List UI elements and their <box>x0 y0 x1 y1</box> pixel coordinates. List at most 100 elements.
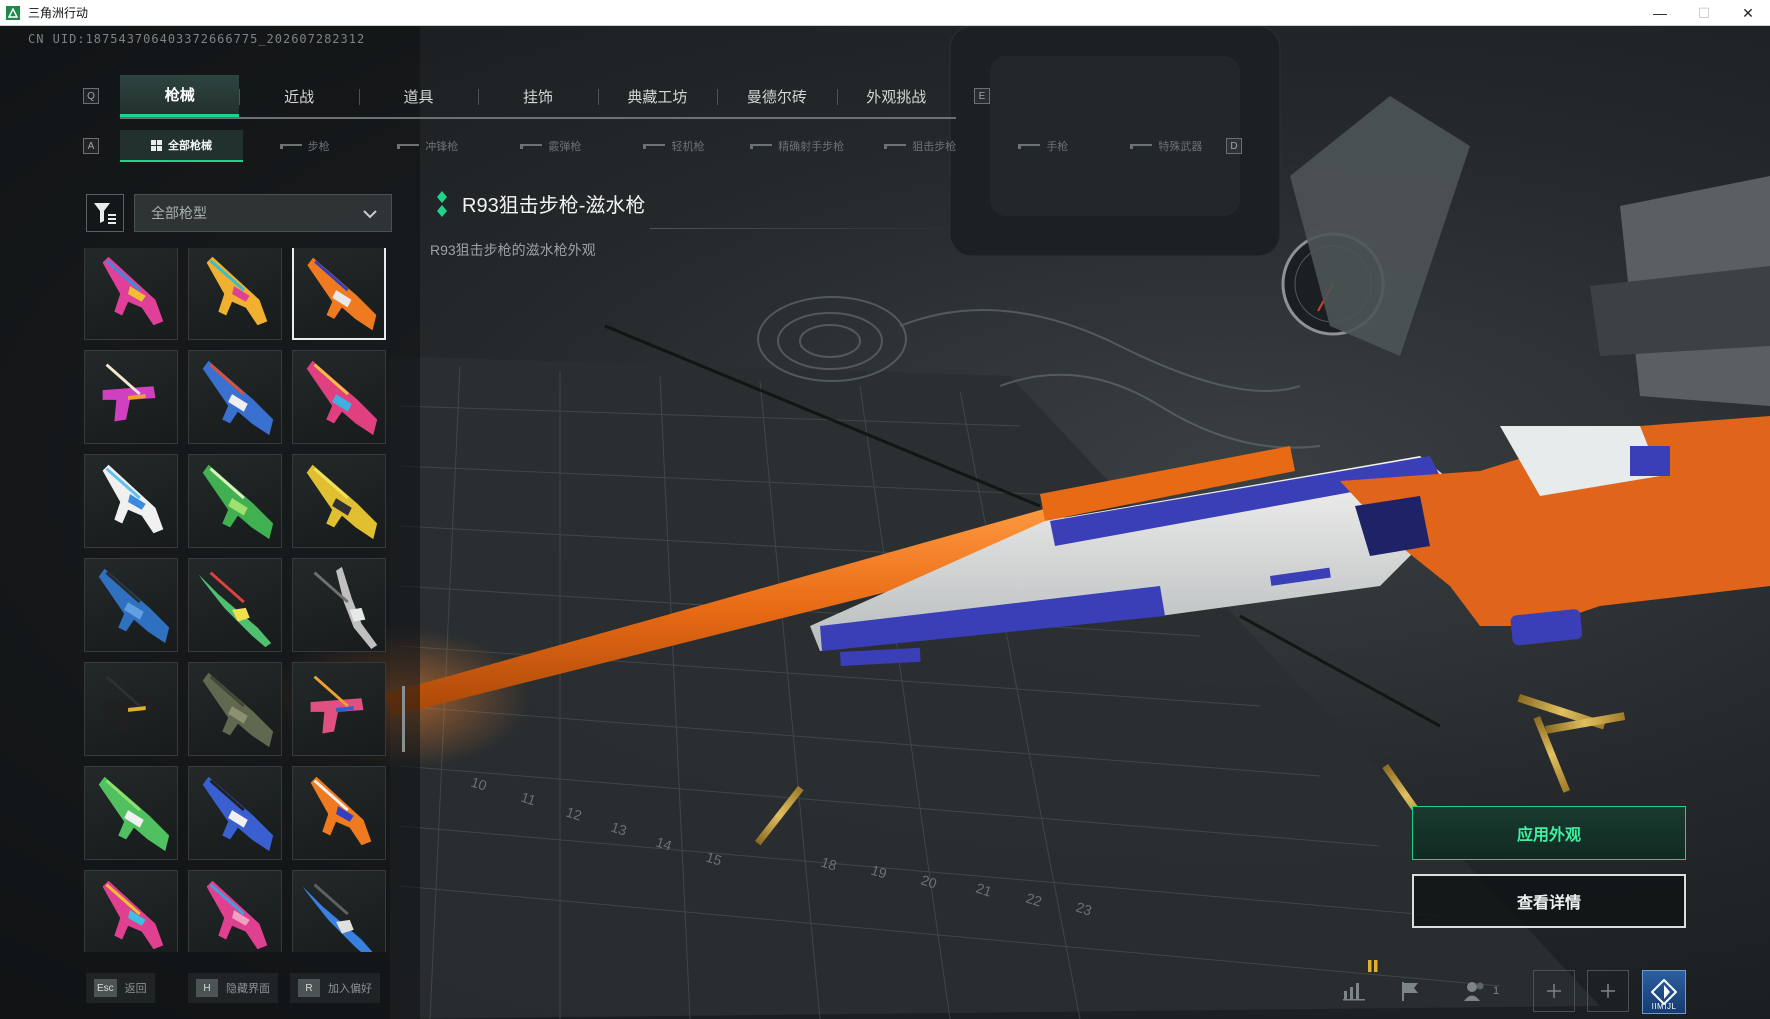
hint-label: 加入偏好 <box>328 983 372 995</box>
weapon-skin-tile[interactable] <box>84 350 178 444</box>
weapon-thumbnail-icon <box>202 360 274 436</box>
tab-mandel-brick[interactable]: 曼德尔砖 <box>717 75 836 117</box>
weapon-thumbnail-icon <box>306 360 378 436</box>
weapon-skin-tile[interactable] <box>188 662 282 756</box>
weapon-title-block: R93狙击步枪-滋水枪 <box>436 189 645 218</box>
weapon-skin-tile[interactable] <box>84 558 178 652</box>
tab-firearms[interactable]: 枪械 <box>120 75 240 117</box>
tab-collection-workshop[interactable]: 典藏工坊 <box>597 75 717 117</box>
tab-items[interactable]: 道具 <box>358 75 478 117</box>
weapon-skin-tile[interactable] <box>84 662 178 756</box>
hint-label: 返回 <box>124 983 147 995</box>
weapon-skin-tile[interactable] <box>188 558 282 652</box>
subtab-marksman-rifles[interactable]: 精确射手步枪 <box>736 130 859 162</box>
plus-icon <box>1547 984 1561 998</box>
weapon-skin-tile[interactable] <box>292 350 386 444</box>
list-scrollbar[interactable] <box>402 686 405 752</box>
hint-hide-ui[interactable]: H 隐藏界面 <box>188 973 278 1003</box>
subtab-special-weapons[interactable]: 特殊武器 <box>1105 130 1228 162</box>
sniper-rifle-icon <box>884 143 907 149</box>
weapon-thumbnail-icon <box>202 464 274 540</box>
weapon-skin-tile[interactable] <box>292 558 386 652</box>
plus-icon <box>1601 984 1615 998</box>
weapon-skin-tile[interactable] <box>188 248 282 340</box>
weapon-skin-tile[interactable] <box>292 870 386 952</box>
weapon-skin-tile[interactable] <box>188 454 282 548</box>
weapon-type-dropdown[interactable]: 全部枪型 <box>134 194 392 232</box>
weapon-skin-tile[interactable] <box>188 350 282 444</box>
subtab-all-firearms[interactable]: 全部枪械 <box>120 130 244 162</box>
weapon-thumbnail-icon <box>306 464 378 540</box>
subtab-label: 全部枪械 <box>168 140 213 152</box>
flag-button[interactable] <box>1392 970 1428 1012</box>
filter-button[interactable] <box>86 194 124 232</box>
weapon-skin-tile[interactable] <box>84 870 178 952</box>
friends-button[interactable]: 1 <box>1456 970 1506 1012</box>
chevron-down-icon <box>363 210 377 219</box>
weapon-skin-grid <box>84 248 390 952</box>
maximize-button[interactable]: ☐ <box>1682 0 1726 26</box>
key-h: H <box>196 979 218 997</box>
pause-icon <box>1368 960 1378 972</box>
subtab-label: 轻机枪 <box>671 141 705 153</box>
title-divider <box>650 228 970 229</box>
weapon-thumbnail-icon <box>102 363 156 422</box>
diamond-marker-icon <box>437 190 447 217</box>
subtab-label: 手枪 <box>1046 141 1069 153</box>
close-button[interactable]: ✕ <box>1726 0 1770 26</box>
subtab-label: 狙击步枪 <box>912 141 957 153</box>
key-esc: Esc <box>94 979 117 997</box>
tab-charms[interactable]: 挂饰 <box>478 75 597 117</box>
add-slot-button-1[interactable] <box>1533 970 1575 1012</box>
key-hint-next-tab: E <box>974 88 990 104</box>
weapon-skin-tile[interactable] <box>292 454 386 548</box>
weapon-thumbnail-icon <box>98 776 170 852</box>
weapon-thumbnail-icon <box>102 256 164 326</box>
smg-icon <box>397 143 420 149</box>
weapon-thumbnail-icon <box>198 571 272 648</box>
apply-skin-button[interactable]: 应用外观 <box>1412 806 1686 860</box>
weapon-skin-tile-selected[interactable] <box>292 248 386 340</box>
special-weapon-icon <box>1130 143 1153 149</box>
view-details-button[interactable]: 查看详情 <box>1412 874 1686 928</box>
weapon-skin-tile[interactable] <box>292 766 386 860</box>
main-tab-bar: 枪械 近战 道具 挂饰 典藏工坊 曼德尔砖 外观挑战 <box>120 75 956 119</box>
subtab-label: 精确射手步枪 <box>778 141 845 153</box>
subtab-rifles[interactable]: 步枪 <box>243 130 366 162</box>
lmg-icon <box>643 143 666 149</box>
uid-text: CN UID:1875437064033726667​75_2026072823… <box>28 32 366 46</box>
weapon-skin-tile[interactable] <box>188 870 282 952</box>
friends-count: 1 <box>1492 985 1500 997</box>
pistol-icon <box>1018 143 1041 149</box>
weapon-thumbnail-icon <box>313 566 378 650</box>
stats-button[interactable] <box>1336 970 1372 1012</box>
add-slot-button-2[interactable] <box>1587 970 1629 1012</box>
weapon-skin-tile[interactable] <box>188 766 282 860</box>
key-hint-prev-tab: Q <box>83 88 99 104</box>
flag-icon <box>1402 982 1418 1001</box>
weapon-skin-tile[interactable] <box>84 766 178 860</box>
weapon-thumbnail-icon <box>307 257 377 331</box>
weapon-skin-tile[interactable] <box>84 454 178 548</box>
weapon-skin-tile[interactable] <box>292 662 386 756</box>
subtab-pistols[interactable]: 手枪 <box>982 130 1105 162</box>
weapon-description: R93狙击步枪的滋水枪外观 <box>430 242 596 258</box>
tab-appearance-challenge[interactable]: 外观挑战 <box>836 75 956 117</box>
weapon-thumbnail-icon <box>102 464 164 534</box>
game-logo-button[interactable]: IIMIJL <box>1642 970 1686 1014</box>
hint-back[interactable]: Esc 返回 <box>86 973 155 1003</box>
subtab-sniper-rifles[interactable]: 狙击步枪 <box>859 130 982 162</box>
filter-icon <box>94 203 116 224</box>
hint-add-favorite[interactable]: R 加入偏好 <box>290 973 380 1003</box>
subtab-lmg[interactable]: 轻机枪 <box>612 130 735 162</box>
weapon-skin-list[interactable] <box>84 248 390 952</box>
marksman-rifle-icon <box>750 143 773 149</box>
shotgun-icon <box>520 143 543 149</box>
subtab-shotguns[interactable]: 霰弹枪 <box>489 130 612 162</box>
subtab-smg[interactable]: 冲锋枪 <box>366 130 489 162</box>
weapon-skin-tile[interactable] <box>84 248 178 340</box>
weapon-thumbnail-icon <box>310 776 372 846</box>
minimize-button[interactable]: — <box>1638 0 1682 26</box>
grid-icon <box>151 139 163 151</box>
tab-melee[interactable]: 近战 <box>239 75 358 117</box>
